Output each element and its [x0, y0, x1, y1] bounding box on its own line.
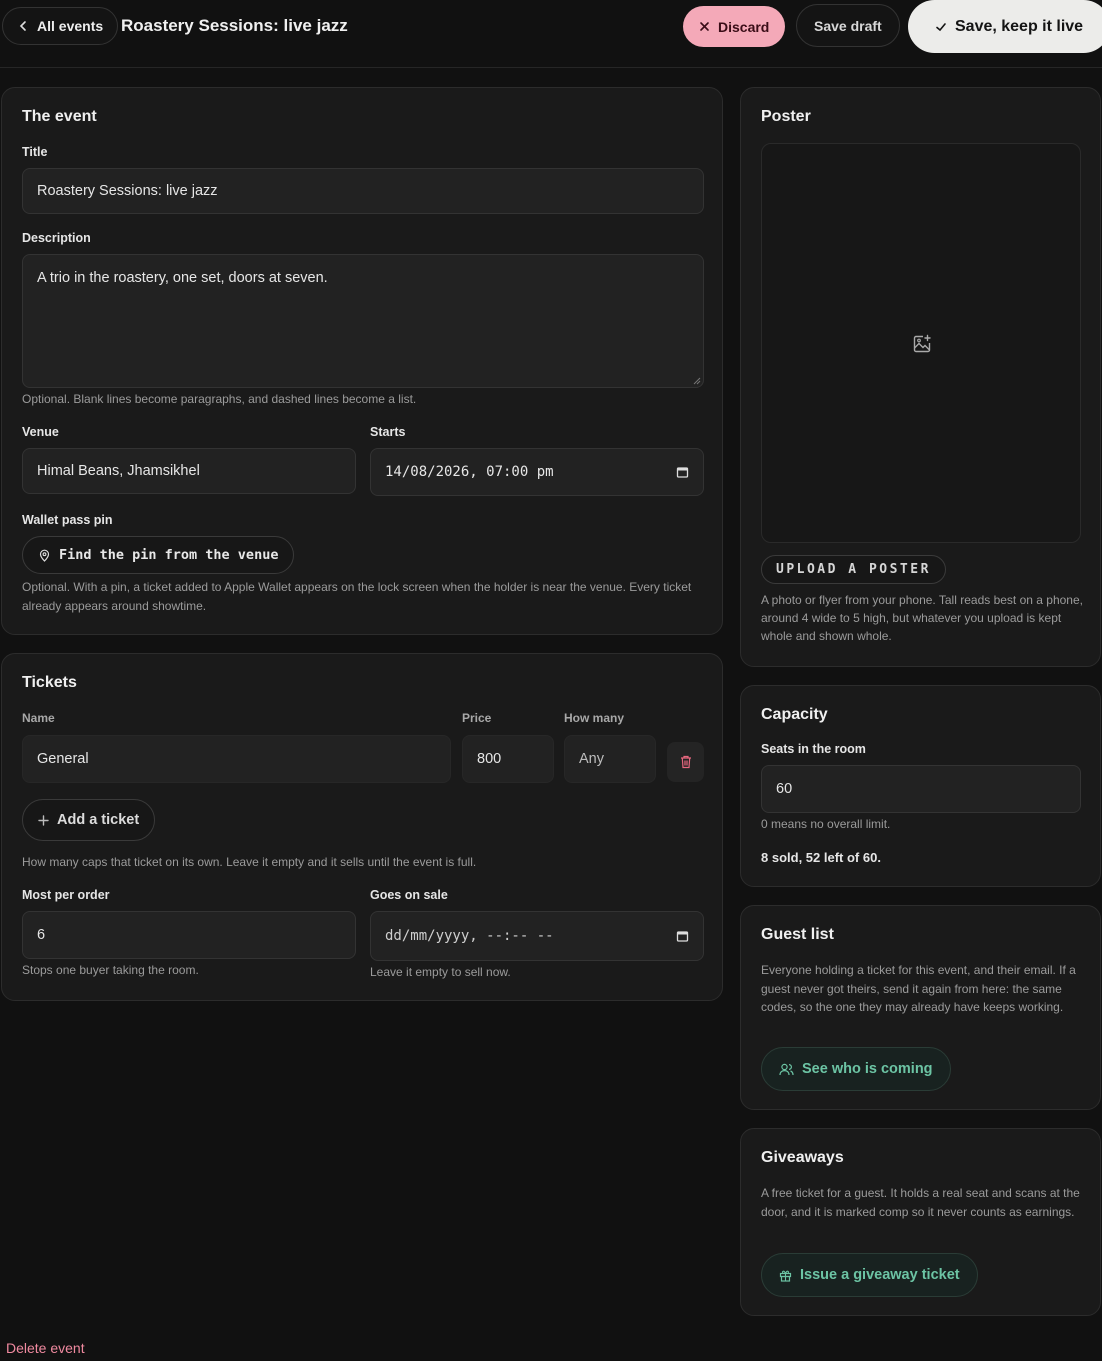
plus-icon: [38, 814, 49, 826]
back-button-label: All events: [37, 18, 104, 34]
max-per-order-value: 6: [37, 927, 46, 943]
see-who-is-coming-button[interactable]: See who is coming: [761, 1047, 951, 1091]
see-who-is-coming-label: See who is coming: [802, 1061, 933, 1077]
add-ticket-button[interactable]: Add a ticket: [22, 799, 156, 841]
add-image-icon: [912, 334, 932, 354]
title-label: Title: [22, 145, 48, 159]
find-pin-button[interactable]: Find the pin from the venue: [22, 536, 295, 574]
max-per-order-help: Stops one buyer taking the room.: [22, 963, 199, 977]
goes-on-sale-label: Goes on sale: [370, 888, 448, 902]
giveaways-card: Giveaways A free ticket for a guest. It …: [740, 1128, 1101, 1316]
save-keep-live-label: Save, keep it live: [955, 17, 1084, 35]
page-title: Roastery Sessions: live jazz: [121, 16, 348, 35]
chevron-left-icon: [17, 20, 29, 32]
title-input-value: Roastery Sessions: live jazz: [37, 183, 218, 199]
guest-list-card-title: Guest list: [761, 926, 834, 943]
max-per-order-label: Most per order: [22, 888, 110, 902]
goes-on-sale-placeholder: dd/mm/yyyy, --:-- --: [385, 928, 554, 944]
poster-card: Poster UPLOAD A POSTER A photo or flyer …: [740, 87, 1101, 667]
title-input[interactable]: Roastery Sessions: live jazz: [22, 168, 704, 214]
ticket-name-column-header: Name: [22, 711, 55, 725]
venue-label: Venue: [22, 425, 59, 439]
ticket-name-input[interactable]: General: [22, 735, 451, 783]
upload-poster-label: UPLOAD A POSTER: [776, 562, 931, 577]
wallet-pin-help: Optional. With a pin, a ticket added to …: [22, 580, 692, 613]
delete-ticket-button[interactable]: [667, 742, 704, 782]
tickets-card: Tickets Name Price How many General 800 …: [1, 653, 723, 1001]
ticket-qty-input[interactable]: Any: [564, 735, 656, 783]
description-value: A trio in the roastery, one set, doors a…: [37, 270, 328, 286]
description-textarea[interactable]: A trio in the roastery, one set, doors a…: [22, 254, 704, 388]
delete-event-link[interactable]: Delete event: [6, 1340, 85, 1356]
capacity-card-title: Capacity: [761, 706, 828, 723]
add-ticket-button-label: Add a ticket: [57, 812, 140, 828]
upload-poster-button[interactable]: UPLOAD A POSTER: [761, 555, 946, 584]
starts-label: Starts: [370, 425, 406, 439]
giveaways-help: A free ticket for a guest. It holds a re…: [761, 1186, 1080, 1219]
save-keep-live-button[interactable]: Save, keep it live: [908, 0, 1102, 53]
ticket-qty-help: How many caps that ticket on its own. Le…: [22, 855, 477, 869]
goes-on-sale-help: Leave it empty to sell now.: [370, 965, 511, 979]
ticket-price-input[interactable]: 800: [462, 735, 554, 783]
guest-list-help: Everyone holding a ticket for this event…: [761, 963, 1076, 1014]
ticket-name-value: General: [37, 751, 89, 767]
capacity-card: Capacity Seats in the room 60 0 means no…: [740, 685, 1101, 887]
save-draft-button[interactable]: Save draft: [796, 4, 900, 47]
top-bar: All events Roastery Sessions: live jazz …: [0, 0, 1102, 68]
seats-input[interactable]: 60: [761, 765, 1081, 813]
back-button[interactable]: All events: [2, 7, 119, 45]
max-per-order-input[interactable]: 6: [22, 911, 356, 959]
seats-help: 0 means no overall limit.: [761, 817, 891, 831]
check-icon: [935, 21, 947, 33]
seats-value: 60: [776, 781, 793, 797]
venue-input-value: Himal Beans, Jhamsikhel: [37, 463, 200, 479]
goes-on-sale-input[interactable]: dd/mm/yyyy, --:-- --: [370, 911, 704, 961]
poster-dropzone[interactable]: [761, 143, 1081, 543]
poster-card-title: Poster: [761, 108, 811, 125]
description-label: Description: [22, 231, 91, 245]
discard-button-label: Discard: [718, 18, 770, 35]
location-pin-icon: [38, 549, 51, 562]
giveaways-card-title: Giveaways: [761, 1149, 844, 1166]
tickets-card-title: Tickets: [22, 674, 77, 691]
wallet-pin-label: Wallet pass pin: [22, 513, 113, 527]
ticket-qty-value: Any: [579, 751, 604, 767]
starts-datetime-input[interactable]: 14/08/2026, 07:00 pm: [370, 448, 704, 496]
resize-handle-icon[interactable]: [693, 377, 701, 385]
discard-button[interactable]: Discard: [683, 6, 786, 47]
calendar-icon[interactable]: [676, 930, 689, 943]
ticket-price-column-header: Price: [462, 711, 492, 725]
event-card-title: The event: [22, 108, 97, 125]
ticket-price-value: 800: [477, 751, 502, 767]
find-pin-button-label: Find the pin from the venue: [59, 547, 279, 563]
event-card: The event Title Roastery Sessions: live …: [1, 87, 723, 635]
issue-giveaway-button[interactable]: Issue a giveaway ticket: [761, 1253, 978, 1297]
poster-help: A photo or flyer from your phone. Tall r…: [761, 593, 1083, 643]
seats-label: Seats in the room: [761, 742, 866, 756]
close-icon: [699, 21, 710, 32]
starts-value: 14/08/2026, 07:00 pm: [385, 464, 554, 480]
gift-icon: [779, 1269, 792, 1282]
trash-icon: [680, 755, 692, 769]
description-help: Optional. Blank lines become paragraphs,…: [22, 392, 417, 406]
calendar-icon[interactable]: [676, 466, 689, 479]
users-icon: [779, 1063, 794, 1076]
guest-list-card: Guest list Everyone holding a ticket for…: [740, 905, 1101, 1110]
ticket-qty-column-header: How many: [564, 711, 625, 725]
capacity-summary: 8 sold, 52 left of 60.: [761, 850, 881, 865]
issue-giveaway-label: Issue a giveaway ticket: [800, 1267, 960, 1283]
venue-input[interactable]: Himal Beans, Jhamsikhel: [22, 448, 356, 494]
